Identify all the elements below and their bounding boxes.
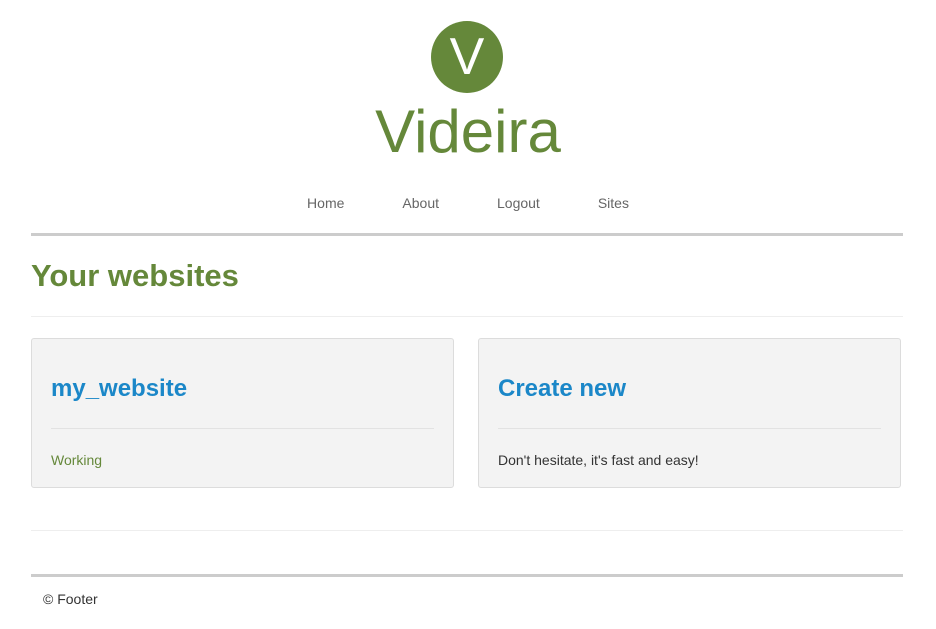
footer-divider [31,574,903,577]
create-new-description: Don't hesitate, it's fast and easy! [498,452,699,468]
site-title[interactable]: Videira [0,96,936,168]
content-divider [31,530,903,531]
footer-text: © Footer [43,591,98,607]
card-divider [51,428,434,429]
header-divider [31,233,903,236]
status-text: Working [51,452,103,468]
heading-divider [31,316,903,317]
create-new-link[interactable]: Create new [498,373,626,405]
nav-item-about[interactable]: About [402,192,439,214]
logo-badge: V [431,21,503,93]
create-new-card: Create new Don't hesitate, it's fast and… [478,338,901,488]
card-divider [498,428,881,429]
nav-item-logout[interactable]: Logout [497,192,540,214]
page-title: Your websites [31,258,239,293]
nav-item-sites[interactable]: Sites [598,192,629,214]
logo-letter: V [449,28,485,86]
nav-item-home[interactable]: Home [307,192,344,214]
website-link[interactable]: my_website [51,373,187,405]
main-nav: Home About Logout Sites [0,192,936,214]
website-card: my_website Working [31,338,454,488]
